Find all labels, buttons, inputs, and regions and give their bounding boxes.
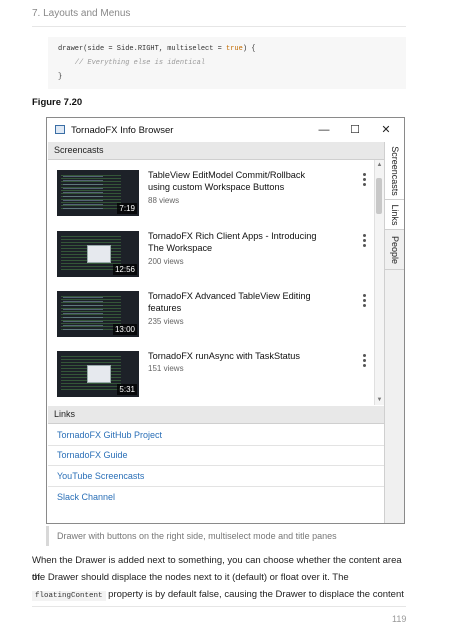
scrollbar-thumb[interactable] — [376, 178, 382, 214]
code-line-3: } — [58, 73, 63, 81]
video-thumbnail[interactable]: 13:00 — [57, 291, 139, 337]
links-pane-header[interactable]: Links — [48, 406, 384, 424]
body-text-line: floatingContent property is by default f… — [32, 586, 412, 605]
code-line-2: // Everything else is identical — [58, 59, 206, 67]
video-title[interactable]: TornadoFX Advanced TableView Editing fea… — [148, 290, 328, 314]
figure-label: Figure 7.20 — [32, 97, 83, 108]
chapter-heading: 7. Layouts and Menus — [32, 8, 131, 19]
figure-caption: Drawer with buttons on the right side, m… — [57, 531, 337, 541]
video-duration: 12:56 — [112, 264, 137, 275]
maximize-button[interactable]: ☐ — [344, 121, 366, 139]
more-options-icon[interactable] — [361, 173, 367, 188]
scroll-up-icon[interactable]: ▲ — [376, 162, 383, 168]
divider — [48, 486, 384, 487]
video-title[interactable]: TableView EditModel Commit/Rollback usin… — [148, 169, 328, 193]
more-options-icon[interactable] — [361, 294, 367, 309]
code-line-1: drawer(side = Side.RIGHT, multiselect = … — [58, 45, 256, 53]
video-views: 235 views — [148, 317, 184, 326]
close-button[interactable]: ✕ — [375, 121, 397, 139]
caption-marker — [46, 526, 49, 546]
code-block: drawer(side = Side.RIGHT, multiselect = … — [48, 37, 406, 89]
video-views: 151 views — [148, 364, 184, 373]
drawer-tab-label: People — [389, 235, 400, 264]
video-thumbnail[interactable]: 7:19 — [57, 170, 139, 216]
drawer-tab-label: Links — [389, 203, 400, 226]
video-duration: 5:31 — [117, 384, 137, 395]
divider — [48, 445, 384, 446]
video-title[interactable]: TornadoFX runAsync with TaskStatus — [148, 350, 328, 362]
header-divider — [32, 26, 406, 27]
video-title[interactable]: TornadoFX Rich Client Apps - Introducing… — [148, 230, 328, 254]
page-number: 119 — [392, 614, 407, 624]
inline-code: floatingContent — [32, 591, 106, 601]
window-title: TornadoFX Info Browser — [71, 125, 174, 136]
footer-divider — [32, 606, 406, 607]
body-text-line: the Drawer should displace the nodes nex… — [32, 572, 349, 583]
video-item[interactable]: 5:31 TornadoFX runAsync with TaskStatus … — [47, 351, 383, 411]
drawer-button-bar: Screencasts Links People — [384, 142, 404, 523]
video-item[interactable]: 13:00 TornadoFX Advanced TableView Editi… — [47, 291, 383, 351]
video-duration: 13:00 — [112, 324, 137, 335]
links-header-label: Links — [54, 409, 76, 419]
video-item[interactable]: 7:19 TableView EditModel Commit/Rollback… — [47, 170, 383, 230]
app-icon — [55, 125, 65, 134]
video-thumbnail[interactable]: 12:56 — [57, 231, 139, 277]
title-bar[interactable]: TornadoFX Info Browser — ☐ ✕ — [47, 118, 404, 142]
video-views: 88 views — [148, 196, 180, 205]
link-guide[interactable]: TornadoFX Guide — [57, 450, 128, 460]
body-text-fragment: property is by default false, causing th… — [105, 589, 404, 600]
link-github[interactable]: TornadoFX GitHub Project — [57, 430, 162, 440]
drawer-tab-links[interactable]: Links — [385, 200, 404, 230]
drawer-tab-label: Screencasts — [389, 145, 400, 196]
screencasts-header-label: Screencasts — [54, 145, 104, 155]
more-options-icon[interactable] — [361, 234, 367, 249]
video-duration: 7:19 — [117, 203, 137, 214]
drawer-tab-screencasts[interactable]: Screencasts — [385, 142, 404, 200]
vertical-scrollbar[interactable]: ▲ ▼ — [374, 160, 384, 405]
more-options-icon[interactable] — [361, 354, 367, 369]
minimize-button[interactable]: — — [313, 121, 335, 139]
scroll-down-icon[interactable]: ▼ — [376, 397, 383, 403]
drawer-tab-people[interactable]: People — [385, 230, 404, 270]
link-slack[interactable]: Slack Channel — [57, 492, 115, 502]
video-views: 200 views — [148, 257, 184, 266]
link-youtube[interactable]: YouTube Screencasts — [57, 471, 144, 481]
video-thumbnail[interactable]: 5:31 — [57, 351, 139, 397]
app-window: TornadoFX Info Browser — ☐ ✕ Screencasts… — [46, 117, 405, 524]
divider — [48, 465, 384, 466]
video-item[interactable]: 12:56 TornadoFX Rich Client Apps - Intro… — [47, 231, 383, 291]
screencasts-pane-header[interactable]: Screencasts — [48, 142, 384, 160]
